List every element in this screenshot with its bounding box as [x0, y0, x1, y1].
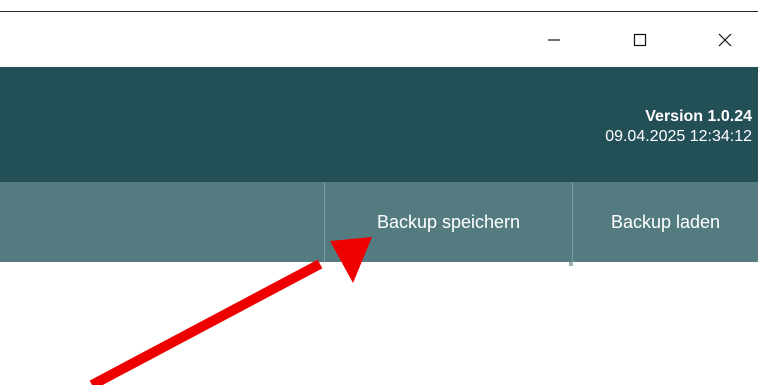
app-header: Version 1.0.24 09.04.2025 12:34:12 [0, 67, 758, 182]
load-backup-button[interactable]: Backup laden [573, 182, 758, 262]
version-info: Version 1.0.24 09.04.2025 12:34:12 [605, 107, 752, 147]
close-button[interactable] [702, 26, 748, 54]
divider-tick [569, 262, 573, 266]
title-bar [0, 12, 758, 67]
maximize-button[interactable] [617, 26, 663, 54]
close-icon [718, 33, 732, 47]
arrow-shaft [89, 259, 323, 385]
toolbar: Backup speichern Backup laden [0, 182, 758, 262]
minimize-button[interactable] [531, 26, 577, 54]
maximize-icon [633, 33, 647, 47]
app-window: Version 1.0.24 09.04.2025 12:34:12 Backu… [0, 0, 758, 385]
save-backup-button[interactable]: Backup speichern [325, 182, 572, 262]
build-timestamp: 09.04.2025 12:34:12 [605, 128, 752, 145]
minimize-icon [548, 39, 560, 41]
version-label: Version 1.0.24 [645, 108, 752, 125]
